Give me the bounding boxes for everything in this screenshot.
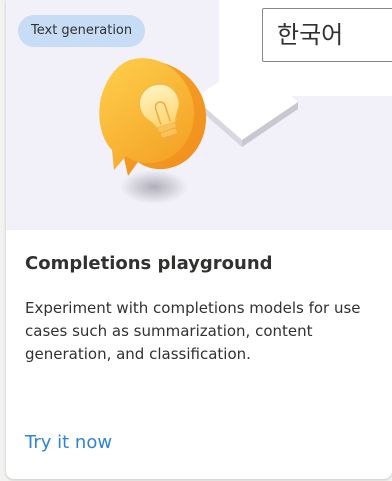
try-it-now-link[interactable]: Try it now	[25, 432, 112, 453]
card-description: Experiment with completions models for u…	[25, 299, 361, 363]
language-panel: 한국어	[219, 0, 392, 96]
category-tag: Text generation	[18, 15, 146, 47]
language-select[interactable]: 한국어	[262, 8, 392, 62]
completions-playground-card[interactable]: Text generation 한국어 Completions playgrou…	[6, 0, 392, 479]
card-title: Completions playground	[25, 253, 273, 274]
